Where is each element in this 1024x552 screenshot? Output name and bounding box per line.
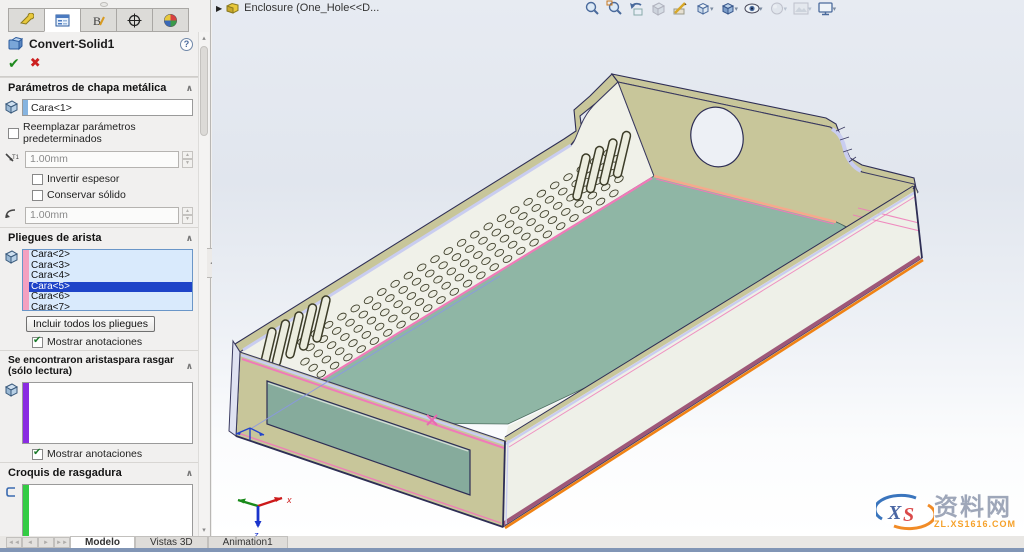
show-annotations-checkbox-row[interactable]: Mostrar anotaciones <box>24 446 199 462</box>
panel-splitter-grip[interactable] <box>100 2 108 7</box>
face-cube-icon <box>4 99 22 117</box>
chevron-up-icon: ∧ <box>185 82 193 93</box>
document-tab-bar: ◄◄ ◄ ► ►► Modelo Vistas 3D Animation1 <box>0 536 1024 548</box>
checkbox-unchecked[interactable] <box>32 173 43 185</box>
invert-thickness-checkbox-row[interactable]: Invertir espesor <box>24 171 199 187</box>
bend-radius-input[interactable]: 1.00mm <box>25 206 179 224</box>
triad-x-label: x <box>286 495 292 505</box>
property-list-icon <box>55 14 70 26</box>
rip-sketch-icon <box>4 484 22 502</box>
svg-text:T1: T1 <box>12 155 19 161</box>
chevron-up-icon: ∧ <box>185 232 193 243</box>
keep-body-checkbox-row[interactable]: Conservar sólido <box>24 187 199 203</box>
chevron-up-icon: ∧ <box>185 360 193 371</box>
reference-triad: x z <box>237 495 292 540</box>
tab-configurationmanager[interactable]: B <box>80 8 117 32</box>
svg-text:B: B <box>93 14 101 28</box>
first-tab-icon[interactable]: ◄◄ <box>6 537 22 548</box>
bend-radius-stepper[interactable]: ▲ ▼ <box>182 206 193 224</box>
rip-edges-list[interactable] <box>22 382 193 444</box>
display-sphere-icon <box>164 13 177 27</box>
thickness-stepper[interactable]: ▲ ▼ <box>182 150 193 168</box>
manager-tab-strip: B <box>8 8 189 32</box>
checkbox-unchecked[interactable] <box>32 189 43 201</box>
ok-button[interactable]: ✔ <box>8 55 20 72</box>
tab-propertymanager[interactable] <box>44 8 81 32</box>
feature-icon <box>8 37 24 51</box>
bend-face-item[interactable]: Cara<4> <box>29 270 192 282</box>
status-bar <box>0 548 1024 552</box>
tab-dimxpertmanager[interactable] <box>116 8 153 32</box>
rip-edges-items <box>29 383 192 443</box>
property-manager-body: Convert-Solid1 ? ✔ ✖ Parámetros de chapa… <box>0 32 199 552</box>
scrollbar-thumb[interactable] <box>200 46 208 136</box>
scroll-down-icon[interactable]: ▾ <box>199 526 209 534</box>
property-manager-panel: B Convert-Solid1 ? ✔ ✖ Parámetros de cha… <box>0 0 211 552</box>
prev-tab-icon[interactable]: ◄ <box>22 537 38 548</box>
wrench-icon <box>19 12 34 25</box>
feature-title: Convert-Solid1 <box>29 37 115 51</box>
watermark: X S 资料网 ZL.XS1616.COM <box>875 491 1016 533</box>
show-annotations-checkbox-row[interactable]: Mostrar anotaciones <box>24 334 199 350</box>
replace-defaults-checkbox-row[interactable]: Reemplazar parámetros predeterminados <box>0 119 199 147</box>
collect-all-bends-button[interactable]: Incluir todos los pliegues <box>26 316 155 332</box>
tab-vistas-3d[interactable]: Vistas 3D <box>135 536 208 548</box>
last-tab-icon[interactable]: ►► <box>54 537 70 548</box>
group-rip-edges-header[interactable]: Se encontraron aristaspara rasgar (sólo … <box>0 350 199 380</box>
chevron-up-icon: ∧ <box>185 467 193 478</box>
bend-face-item[interactable]: Cara<6> <box>29 291 192 303</box>
watermark-url: ZL.XS1616.COM <box>933 518 1016 529</box>
watermark-title: 资料网 <box>933 492 1012 521</box>
thickness-icon: T1 <box>4 150 22 168</box>
tab-modelo[interactable]: Modelo <box>70 536 135 548</box>
tab-nav-buttons: ◄◄ ◄ ► ►► <box>6 537 70 548</box>
checkbox-checked[interactable] <box>32 335 43 348</box>
bend-radius-icon <box>4 206 22 224</box>
checkbox-checked[interactable] <box>32 447 43 460</box>
edge-bends-items: Cara<2> Cara<3> Cara<4> Cara<5> Cara<6> Cara<… <box>29 250 192 310</box>
graphics-area[interactable]: ▶ Enclosure (One_Hole<<D... ▾ ▾ ▾ ▾ ▾ ▾ … <box>212 0 1024 540</box>
tab-animation1[interactable]: Animation1 <box>207 536 288 548</box>
tab-displaymanager[interactable] <box>152 8 189 32</box>
group-edge-bends-header[interactable]: Pliegues de arista ∧ <box>0 227 199 247</box>
next-tab-icon[interactable]: ► <box>38 537 54 548</box>
edge-cube-icon <box>4 249 22 267</box>
group-sheet-metal-header[interactable]: Parámetros de chapa metálica ∧ <box>0 77 199 97</box>
rip-edge-cube-icon <box>4 382 22 400</box>
bend-face-item[interactable]: Cara<2> <box>29 250 192 261</box>
thickness-input[interactable]: 1.00mm <box>25 150 179 168</box>
tab-propertymanager-tools[interactable] <box>8 8 45 32</box>
checkbox-unchecked[interactable] <box>8 127 19 139</box>
svg-text:X: X <box>887 502 902 524</box>
scroll-up-icon[interactable]: ▴ <box>199 34 209 42</box>
solidworks-window: B Convert-Solid1 ? ✔ ✖ Parámetros de cha… <box>0 0 1024 552</box>
model-canvas[interactable] <box>212 0 1024 537</box>
fixed-face-selection[interactable]: Cara<1> <box>22 99 193 116</box>
bend-face-item[interactable]: Cara<7> <box>29 302 192 310</box>
cancel-button[interactable]: ✖ <box>30 55 41 72</box>
help-icon[interactable]: ? <box>180 37 193 51</box>
configuration-icon: B <box>93 14 105 28</box>
group-rip-sketches-header[interactable]: Croquis de rasgadura ∧ <box>0 462 199 482</box>
edge-bends-list[interactable]: Cara<2> Cara<3> Cara<4> Cara<5> Cara<6> Cara<… <box>22 249 193 311</box>
target-icon <box>127 13 142 27</box>
panel-scrollbar[interactable]: ▴ ▾ <box>198 32 209 536</box>
watermark-logo: X S <box>875 493 934 531</box>
svg-text:S: S <box>903 504 914 526</box>
